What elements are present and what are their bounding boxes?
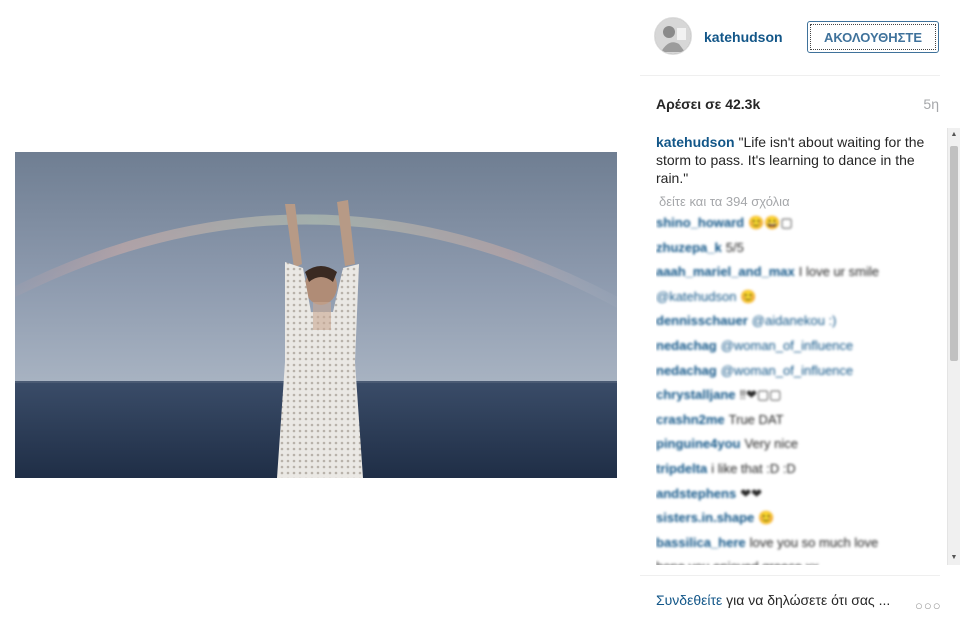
post-header: katehudson ΑΚΟΛΟΥΘΗΣΤΕ — [640, 0, 940, 76]
comment-item: pinguine4you Very nice — [656, 436, 946, 452]
post-photo[interactable] — [15, 152, 617, 478]
comment-text: i like that :D :D — [711, 460, 796, 476]
comment-item: hope you enjoyed greece xx — [656, 559, 946, 565]
login-prompt-text: για να δηλώσετε ότι σας ... — [722, 592, 891, 608]
comment-item: nedachag @woman_of_influence — [656, 363, 946, 379]
avatar-image — [655, 18, 691, 54]
comment-username[interactable]: sisters.in.shape — [656, 510, 754, 525]
comment-text: @woman_of_influence — [720, 337, 854, 353]
comment-text: 😊 — [758, 510, 775, 526]
post-time[interactable]: 5η — [923, 96, 939, 112]
avatar[interactable] — [654, 17, 692, 55]
comment-username[interactable]: andstephens — [656, 486, 736, 501]
post-caption: katehudson "Life isn't about waiting for… — [656, 133, 946, 187]
more-options-icon[interactable]: ○○○ — [915, 598, 942, 613]
comment-item: crashn2me True DAT — [656, 412, 946, 428]
comment-username[interactable]: zhuzepa_k — [656, 240, 722, 255]
post-image — [15, 152, 617, 478]
comment-username[interactable]: shino_howard — [656, 215, 744, 230]
comment-item: andstephens ❤❤ — [656, 486, 946, 502]
comment-text: @katehudson 😊 — [656, 288, 757, 304]
scroll-down-arrow-icon[interactable]: ▼ — [948, 551, 960, 565]
comments-scrollbar[interactable]: ▲ ▼ — [947, 128, 960, 565]
comment-text: ‼❤▢▢ — [739, 387, 782, 403]
comment-text: @aidanekou :) — [751, 313, 837, 329]
comments-area: katehudson "Life isn't about waiting for… — [656, 133, 946, 565]
comment-text: Very nice — [744, 436, 798, 452]
comment-item: aaah_mariel_and_max I love ur smile — [656, 264, 946, 280]
login-prompt: Συνδεθείτε για να δηλώσετε ότι σας ... — [656, 592, 890, 608]
comment-username[interactable]: crashn2me — [656, 412, 725, 427]
comment-item: bassilica_here love you so much love — [656, 535, 946, 551]
comment-item: sisters.in.shape 😊 — [656, 510, 946, 526]
likes-count[interactable]: Αρέσει σε 42.3k — [656, 96, 760, 112]
comment-list: shino_howard 😊😀▢ zhuzepa_k 5/5 aaah_mariel_a… — [656, 215, 946, 565]
post-footer: Συνδεθείτε για να δηλώσετε ότι σας ... ○… — [640, 575, 942, 628]
comment-text: love you so much love — [749, 534, 879, 550]
caption-username[interactable]: katehudson — [656, 134, 735, 150]
comment-text: I love ur smile — [798, 264, 879, 280]
login-link[interactable]: Συνδεθείτε — [656, 592, 722, 608]
view-all-comments-link[interactable]: δείτε και τα 394 σχόλια — [659, 194, 946, 209]
comment-username[interactable]: bassilica_here — [656, 535, 746, 550]
comment-text: 😊😀▢ — [748, 215, 793, 230]
comment-item: shino_howard 😊😀▢ — [656, 215, 946, 231]
comment-text: ❤❤ — [740, 485, 762, 501]
comment-item: nedachag @woman_of_influence — [656, 338, 946, 354]
scroll-up-arrow-icon[interactable]: ▲ — [948, 128, 960, 142]
post-sidebar: katehudson ΑΚΟΛΟΥΘΗΣΤΕ Αρέσει σε 42.3k 5… — [640, 0, 960, 627]
comment-text: hope you enjoyed greece xx — [656, 559, 819, 565]
follow-button[interactable]: ΑΚΟΛΟΥΘΗΣΤΕ — [807, 21, 939, 53]
comment-text: @woman_of_influence — [720, 362, 854, 378]
comment-username[interactable]: tripdelta — [656, 461, 707, 476]
comment-item: @katehudson 😊 — [656, 289, 946, 305]
comment-username[interactable]: aaah_mariel_and_max — [656, 264, 795, 279]
comment-text: True DAT — [728, 411, 784, 427]
comment-username[interactable]: chrystalljane — [656, 387, 736, 402]
comment-username[interactable]: dennisschauer — [656, 313, 748, 328]
comment-item: tripdelta i like that :D :D — [656, 461, 946, 477]
comment-username[interactable]: nedachag — [656, 338, 717, 353]
post-username[interactable]: katehudson — [704, 29, 783, 45]
comment-item: chrystalljane ‼❤▢▢ — [656, 387, 946, 403]
scroll-thumb[interactable] — [950, 146, 958, 361]
comment-item: zhuzepa_k 5/5 — [656, 240, 946, 256]
comment-username[interactable]: nedachag — [656, 363, 717, 378]
comment-username[interactable]: pinguine4you — [656, 436, 741, 451]
comment-item: dennisschauer @aidanekou :) — [656, 313, 946, 329]
comment-text: 5/5 — [725, 239, 744, 255]
